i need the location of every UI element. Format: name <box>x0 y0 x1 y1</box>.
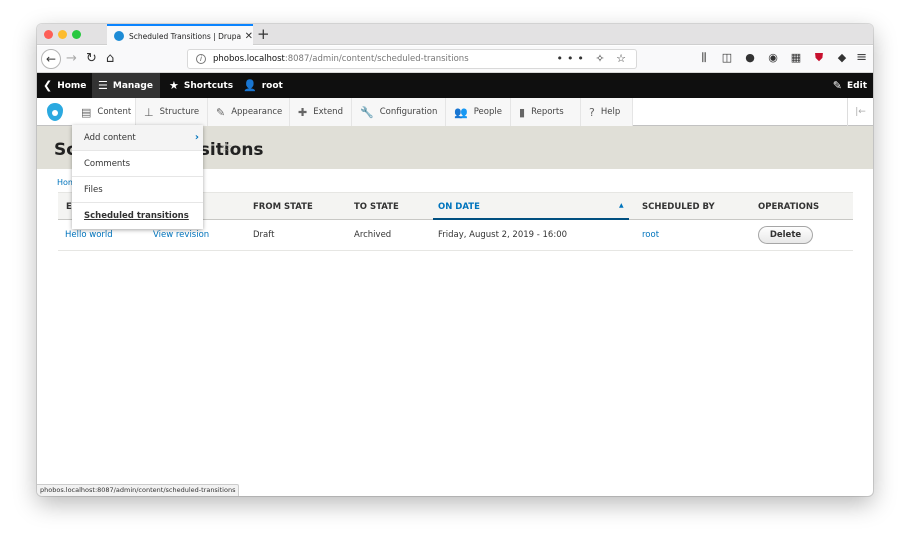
menu-item-files[interactable]: Files <box>72 177 203 203</box>
chevron-right-icon: › <box>194 132 199 143</box>
on-date-cell: Friday, August 2, 2019 - 16:00 <box>438 230 568 240</box>
forward-button[interactable]: → <box>66 50 77 68</box>
admin-tray: ▤ Content ⊥ Structure ✎ Appearance ✚ Extend … <box>37 98 873 126</box>
user-icon: 👤 <box>243 79 257 92</box>
back-button[interactable]: ← <box>41 49 61 69</box>
window-close-button[interactable] <box>44 30 53 39</box>
reload-button[interactable]: ↻ <box>86 50 97 68</box>
tray-item-structure[interactable]: ⊥ Structure <box>136 98 208 126</box>
hamburger-menu-icon[interactable]: ≡ <box>856 50 867 65</box>
sitemap-icon: ⊥ <box>144 105 154 119</box>
drupal-favicon-icon <box>114 31 124 41</box>
menu-item-comments[interactable]: Comments <box>72 151 203 177</box>
puzzle-icon: ✚ <box>298 105 308 119</box>
tray-item-extend[interactable]: ✚ Extend <box>290 98 352 126</box>
chevron-left-icon: ❮ <box>43 79 53 92</box>
header-on-date[interactable]: ON DATE <box>438 202 480 212</box>
admin-manage-tab[interactable]: ☰ Manage <box>92 73 160 98</box>
entity-link[interactable]: Hello world <box>65 230 113 240</box>
window-minimize-button[interactable] <box>58 30 67 39</box>
tab-title: Scheduled Transitions | Drupal <box>129 31 241 41</box>
ublock-icon[interactable]: ⛊ <box>812 51 826 65</box>
admin-home-link[interactable]: ❮ Home <box>37 73 92 98</box>
admin-toolbar: ❮ Home ☰ Manage ★ Shortcuts 👤 root ✎ Edi… <box>37 73 873 98</box>
extension-icon[interactable]: ▦ <box>789 51 803 65</box>
shortcut-star-icon[interactable]: ☆ <box>220 140 233 156</box>
tray-item-people[interactable]: 👥 People <box>446 98 511 126</box>
content-dropdown-menu: Add content › Comments Files Scheduled t… <box>72 125 203 229</box>
tray-item-label: Reports <box>531 107 564 117</box>
url-path: :8087/admin/content/scheduled-transition… <box>284 54 469 64</box>
to-state-cell: Archived <box>354 230 392 240</box>
tab-close-icon[interactable]: ✕ <box>245 31 253 42</box>
admin-manage-label: Manage <box>112 80 153 91</box>
tray-orientation-toggle[interactable]: |← <box>847 98 873 126</box>
sidebar-icon[interactable]: ◫ <box>720 51 734 65</box>
people-icon: 👥 <box>454 105 468 119</box>
scheduled-by-link[interactable]: root <box>642 230 659 240</box>
url-host: phobos.localhost <box>213 54 285 64</box>
from-state-cell: Draft <box>253 230 275 240</box>
extension-icon[interactable]: ● <box>743 51 757 65</box>
page-actions-icons[interactable]: ••• ✧ ☆ <box>556 52 630 65</box>
status-bar-url: phobos.localhost:8087/admin/content/sche… <box>37 484 240 496</box>
header-scheduled-by[interactable]: SCHEDULED BY <box>642 202 715 212</box>
header-to-state[interactable]: TO STATE <box>354 202 399 212</box>
menu-icon: ☰ <box>98 79 108 92</box>
menu-item-scheduled-transitions[interactable]: Scheduled transitions <box>72 203 203 229</box>
delete-button[interactable]: Delete <box>758 226 813 244</box>
admin-shortcuts-label: Shortcuts <box>183 80 234 91</box>
tray-item-help[interactable]: ? Help <box>581 98 633 126</box>
menu-item-label: Add content <box>84 133 136 143</box>
star-icon: ★ <box>169 79 179 92</box>
drupal-logo[interactable] <box>37 98 73 126</box>
tray-item-label: Structure <box>159 107 200 117</box>
admin-shortcuts-tab[interactable]: ★ Shortcuts <box>163 73 239 98</box>
tray-item-appearance[interactable]: ✎ Appearance <box>208 98 290 126</box>
home-button[interactable]: ⌂ <box>106 50 114 68</box>
tray-item-content[interactable]: ▤ Content <box>73 98 136 126</box>
help-icon: ? <box>589 105 595 119</box>
drupal-drop-icon <box>47 103 63 121</box>
tray-item-configuration[interactable]: 🔧 Configuration <box>352 98 446 126</box>
paintbrush-icon: ✎ <box>216 105 226 119</box>
extension-icon[interactable]: ◉ <box>766 51 780 65</box>
header-from-state[interactable]: FROM STATE <box>253 202 313 212</box>
navigation-bar: ← → ↻ ⌂ i phobos.localhost :8087/admin/c… <box>37 46 873 73</box>
browser-tab[interactable]: Scheduled Transitions | Drupal ✕ <box>107 24 253 46</box>
wrench-icon: 🔧 <box>360 105 374 119</box>
tray-item-reports[interactable]: ▮ Reports <box>511 98 581 126</box>
window-maximize-button[interactable] <box>72 30 81 39</box>
tab-strip: Scheduled Transitions | Drupal ✕ + <box>37 24 873 46</box>
tray-item-label: People <box>473 107 502 117</box>
browser-window: Scheduled Transitions | Drupal ✕ + ← → ↻… <box>37 24 873 496</box>
info-icon[interactable]: i <box>196 54 206 64</box>
url-bar[interactable]: i phobos.localhost :8087/admin/content/s… <box>187 49 637 69</box>
tray-item-label: Extend <box>313 107 343 117</box>
library-icon[interactable]: ⫼ <box>697 51 711 65</box>
view-revision-link[interactable]: View revision <box>153 230 209 240</box>
admin-home-label: Home <box>57 80 87 91</box>
browser-toolbar-icons: ⫼ ◫ ● ◉ ▦ ⛊ ◆ <box>697 51 849 65</box>
tray-item-label: Content <box>97 107 132 117</box>
bar-chart-icon: ▮ <box>519 105 526 119</box>
extension-icon[interactable]: ◆ <box>835 51 849 65</box>
tray-item-label: Help <box>600 107 621 117</box>
pencil-icon: ✎ <box>832 79 843 92</box>
tray-item-label: Appearance <box>231 107 283 117</box>
header-operations: OPERATIONS <box>758 202 820 212</box>
sort-ascending-icon: ▲ <box>619 202 624 209</box>
new-tab-button[interactable]: + <box>257 25 270 43</box>
document-icon: ▤ <box>81 105 92 119</box>
menu-item-add-content[interactable]: Add content › <box>72 125 203 151</box>
admin-edit-button[interactable]: ✎ Edit <box>827 73 873 98</box>
admin-user-tab[interactable]: 👤 root <box>237 73 289 98</box>
admin-user-label: root <box>261 80 283 91</box>
admin-edit-label: Edit <box>847 80 867 91</box>
tray-item-label: Configuration <box>379 107 438 117</box>
